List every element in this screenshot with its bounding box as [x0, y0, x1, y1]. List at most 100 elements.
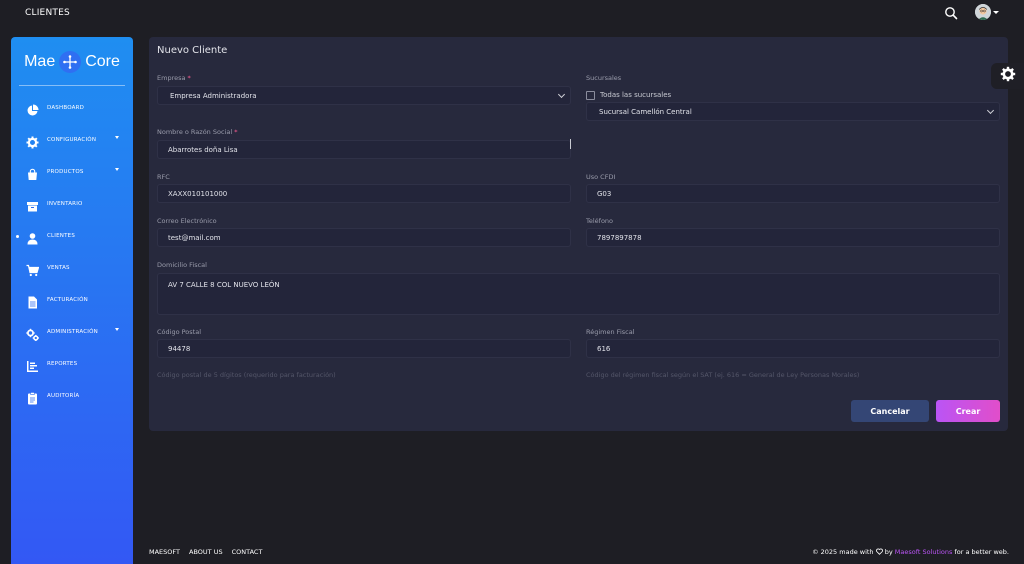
correo-label: Correo Electrónico: [157, 217, 217, 225]
correo-input[interactable]: test@mail.com: [157, 228, 571, 247]
footer-link-about[interactable]: ABOUT US: [189, 548, 223, 556]
sidebar-item-facturacion[interactable]: FACTURACIÓN: [11, 291, 133, 311]
form-title: Nuevo Cliente: [157, 45, 228, 56]
domicilio-label: Domicilio Fiscal: [157, 261, 207, 269]
user-menu-chevron-icon[interactable]: [993, 11, 999, 14]
codigo-postal-input[interactable]: 94478: [157, 339, 571, 358]
sidebar-item-reportes[interactable]: REPORTES: [11, 355, 133, 375]
sidebar-divider: [19, 85, 125, 86]
empresa-select[interactable]: Empresa Administradora: [157, 86, 571, 105]
chevron-down-icon: [557, 90, 566, 99]
copyright-suffix: for a better web.: [954, 548, 1009, 556]
uso-cfdi-label: Uso CFDI: [586, 173, 616, 181]
nombre-value: Abarrotes doña Lisa: [168, 146, 238, 154]
regimen-value: 616: [597, 345, 611, 353]
sucursales-label: Sucursales: [586, 74, 622, 82]
sidebar-item-configuracion[interactable]: CONFIGURACIÓN: [11, 131, 133, 151]
sidebar-item-label: DASHBOARD: [47, 105, 85, 111]
gears-icon: [26, 326, 39, 341]
footer-link-maesoft[interactable]: MAESOFT: [149, 548, 180, 556]
sidebar-item-clientes[interactable]: CLIENTES: [11, 227, 133, 247]
rfc-label: RFC: [157, 173, 170, 181]
sidebar-item-inventario[interactable]: INVENTARIO: [11, 195, 133, 215]
empresa-value: Empresa Administradora: [170, 92, 257, 100]
sidebar-item-label: VENTAS: [47, 265, 70, 271]
sidebar-item-productos[interactable]: PRODUCTOS: [11, 163, 133, 183]
codigo-postal-label: Código Postal: [157, 328, 202, 336]
sidebar-item-dashboard[interactable]: DASHBOARD: [11, 99, 133, 119]
gear-icon: [1000, 66, 1016, 86]
user-avatar-icon[interactable]: [975, 4, 991, 20]
logo-text-right: Core: [85, 53, 120, 70]
archive-box-icon: [26, 198, 39, 212]
sidebar-item-label: FACTURACIÓN: [47, 297, 88, 303]
sidebar-item-administracion[interactable]: ADMINISTRACIÓN: [11, 323, 133, 343]
correo-value: test@mail.com: [168, 234, 221, 242]
sidebar-item-ventas[interactable]: VENTAS: [11, 259, 133, 279]
search-icon[interactable]: [944, 5, 958, 20]
cart-icon: [26, 262, 40, 277]
document-icon: [26, 294, 39, 309]
heart-icon: [875, 548, 883, 556]
required-mark: *: [234, 128, 238, 136]
create-button[interactable]: Crear: [936, 400, 1000, 422]
new-client-form-card: Nuevo Cliente Empresa * Empresa Administ…: [149, 37, 1008, 431]
shopping-bag-icon: [26, 166, 39, 180]
uso-cfdi-input[interactable]: G03: [586, 184, 1000, 203]
resize-handle: [570, 139, 571, 149]
all-branches-label[interactable]: Todas las sucursales: [600, 91, 671, 99]
chevron-down-icon: [986, 106, 995, 115]
sidebar-item-label: REPORTES: [47, 361, 78, 367]
nombre-label: Nombre o Razón Social *: [157, 128, 237, 136]
telefono-value: 7897897878: [597, 234, 642, 242]
pie-chart-icon: [26, 102, 39, 116]
logo-mark-icon: [59, 51, 82, 73]
active-indicator: [16, 235, 19, 238]
footer-link-contact[interactable]: CONTACT: [232, 548, 263, 556]
sucursal-select[interactable]: Sucursal Camellón Central: [586, 102, 1000, 121]
codigo-postal-value: 94478: [168, 345, 191, 353]
footer-links: MAESOFT ABOUT US CONTACT: [149, 548, 262, 556]
top-navbar: CLIENTES: [0, 0, 1024, 28]
footer-brand-link[interactable]: Maesoft Solutions: [895, 548, 953, 556]
chevron-down-icon: [115, 168, 119, 171]
regimen-hint: Código del régimen fiscal según el SAT (…: [586, 371, 860, 379]
clipboard-icon: [26, 390, 39, 405]
telefono-input[interactable]: 7897897878: [586, 228, 1000, 247]
domicilio-textarea[interactable]: AV 7 CALLE 8 COL NUEVO LEÓN: [157, 273, 1000, 315]
copyright-by: by: [884, 548, 893, 556]
domicilio-value: AV 7 CALLE 8 COL NUEVO LEÓN: [168, 281, 280, 289]
gear-icon: [26, 134, 39, 149]
user-icon: [26, 230, 39, 245]
sucursal-value: Sucursal Camellón Central: [599, 108, 692, 116]
codigo-postal-hint: Código postal de 5 dígitos (requerido pa…: [157, 371, 336, 379]
rfc-value: XAXX010101000: [168, 190, 228, 198]
uso-cfdi-value: G03: [597, 190, 612, 198]
chevron-down-icon: [115, 328, 119, 331]
empresa-label: Empresa *: [157, 74, 191, 82]
bar-list-icon: [26, 358, 39, 372]
app-logo[interactable]: Mae Core: [11, 50, 133, 74]
sidebar-item-auditoria[interactable]: AUDITORÍA: [11, 387, 133, 407]
logo-text-left: Mae: [24, 53, 56, 70]
empresa-label-text: Empresa: [157, 74, 186, 82]
sidebar-item-label: PRODUCTOS: [47, 169, 84, 175]
sidebar-item-label: CONFIGURACIÓN: [47, 137, 97, 143]
cancel-button[interactable]: Cancelar: [851, 400, 929, 422]
sidebar-item-label: ADMINISTRACIÓN: [47, 329, 98, 335]
all-branches-checkbox[interactable]: [586, 91, 595, 100]
regimen-label: Régimen Fiscal: [586, 328, 635, 336]
sidebar-item-label: INVENTARIO: [47, 201, 83, 207]
rfc-input[interactable]: XAXX010101000: [157, 184, 571, 203]
required-mark: *: [187, 74, 191, 82]
nombre-input[interactable]: Abarrotes doña Lisa: [157, 140, 571, 159]
sidebar: Mae Core DASHBOARD CONFIGURACIÓN PRODUCT…: [11, 37, 133, 564]
settings-gear-button[interactable]: [991, 63, 1024, 89]
nombre-label-text: Nombre o Razón Social: [157, 128, 233, 136]
copyright-prefix: © 2025 made with: [812, 548, 874, 556]
regimen-input[interactable]: 616: [586, 339, 1000, 358]
chevron-down-icon: [115, 136, 119, 139]
sidebar-item-label: CLIENTES: [47, 233, 76, 239]
sidebar-item-label: AUDITORÍA: [47, 393, 80, 399]
telefono-label: Teléfono: [586, 217, 614, 225]
